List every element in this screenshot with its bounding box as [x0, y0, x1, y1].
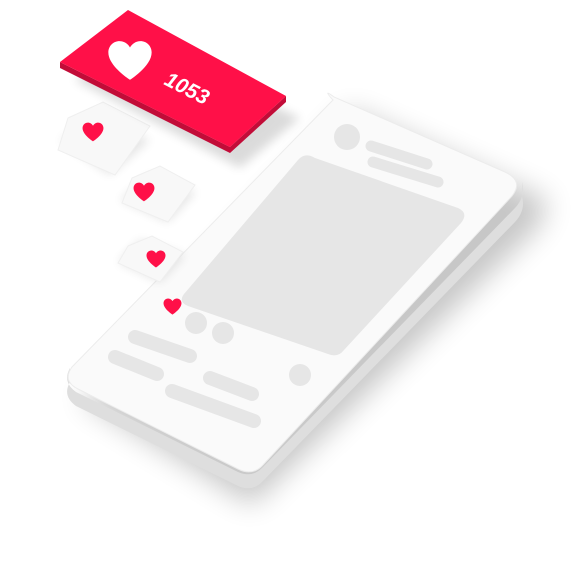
action-icon-placeholder	[212, 322, 234, 344]
reaction-card	[121, 165, 196, 223]
phone-mockup	[67, 92, 548, 505]
bookmark-icon-placeholder	[289, 364, 311, 386]
isometric-illustration: 1053	[57, 10, 548, 505]
reaction-card	[57, 101, 151, 176]
avatar-placeholder	[334, 124, 360, 150]
action-icon-placeholder	[185, 312, 207, 334]
